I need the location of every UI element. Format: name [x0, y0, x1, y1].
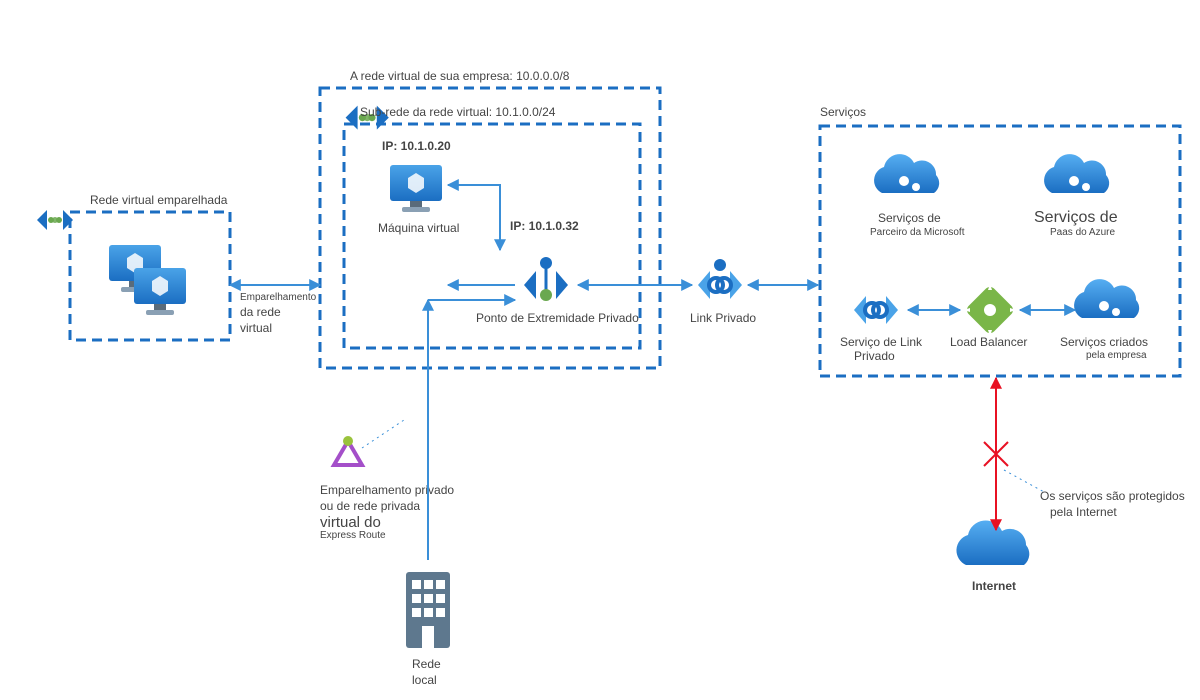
express-route-group: Emparelhamento privado ou de rede privad… — [320, 436, 454, 541]
svg-text:Paas do Azure: Paas do Azure — [1050, 227, 1115, 238]
svg-text:virtual: virtual — [240, 321, 272, 335]
svg-text:Internet: Internet — [972, 579, 1016, 593]
svg-text:Serviços criados: Serviços criados — [1060, 335, 1148, 349]
svg-text:Serviços de: Serviços de — [1034, 209, 1118, 226]
svg-text:pela Internet: pela Internet — [1050, 505, 1117, 519]
internet-cloud-icon — [956, 521, 1029, 565]
private-endpoint-icon — [524, 257, 568, 301]
dotted-internet-note — [1004, 470, 1044, 492]
peered-vnet-group: Rede virtual emparelhada — [37, 193, 230, 340]
svg-text:Parceiro da Microsoft: Parceiro da Microsoft — [870, 227, 965, 238]
peered-vnet-title: Rede virtual emparelhada — [90, 193, 228, 207]
svg-text:local: local — [412, 673, 437, 687]
company-vnet-group: A rede virtual de sua empresa: 10.0.0.0/… — [320, 69, 660, 368]
svg-text:Os serviços são protegidos: Os serviços são protegidos — [1040, 489, 1185, 503]
vm-caption: Máquina virtual — [378, 221, 459, 235]
svg-text:pela empresa: pela empresa — [1086, 350, 1147, 361]
paas-services-icon — [1044, 154, 1109, 193]
internet-group: Internet Os serviços são protegidos pela… — [956, 489, 1184, 593]
load-balancer-icon — [964, 284, 1016, 336]
svg-text:ou de rede privada: ou de rede privada — [320, 499, 420, 513]
services-group: Serviços Serviços de Parceiro da Microso… — [820, 105, 1180, 376]
svg-text:Serviços de: Serviços de — [878, 211, 941, 225]
vnet-peering-label: Emparelhamento da rede virtual — [240, 292, 317, 335]
vm-icon — [390, 165, 442, 212]
svg-text:virtual do: virtual do — [320, 514, 381, 531]
pe-caption: Ponto de Extremidade Privado — [476, 311, 639, 325]
partner-services-icon — [874, 154, 939, 193]
dotted-er — [362, 420, 404, 448]
svg-text:Express Route: Express Route — [320, 530, 386, 541]
building-icon — [406, 572, 450, 648]
onprem-group: Rede local — [406, 572, 450, 687]
private-link-icon — [698, 259, 742, 299]
services-title: Serviços — [820, 105, 866, 119]
svg-text:da rede: da rede — [240, 305, 281, 319]
subnet-title: Sub-rede da rede virtual: 10.1.0.0/24 — [360, 105, 556, 119]
svg-text:Emparelhamento privado: Emparelhamento privado — [320, 483, 454, 497]
svg-text:Load Balancer: Load Balancer — [950, 335, 1027, 349]
vm-ip: IP: 10.1.0.20 — [382, 139, 451, 153]
customer-services-icon — [1074, 279, 1139, 318]
pls-icon — [854, 296, 898, 324]
svg-text:Emparelhamento: Emparelhamento — [240, 292, 317, 303]
svg-text:Rede: Rede — [412, 657, 441, 671]
svg-text:Privado: Privado — [854, 349, 895, 363]
svg-text:Serviço de Link: Serviço de Link — [840, 335, 923, 349]
private-link-caption: Link Privado — [690, 311, 756, 325]
express-route-icon — [334, 436, 362, 465]
company-vnet-box — [320, 88, 660, 368]
company-vnet-title: A rede virtual de sua empresa: 10.0.0.0/… — [350, 69, 570, 83]
pe-ip: IP: 10.1.0.32 — [510, 219, 579, 233]
private-link-group: Link Privado — [690, 259, 756, 325]
